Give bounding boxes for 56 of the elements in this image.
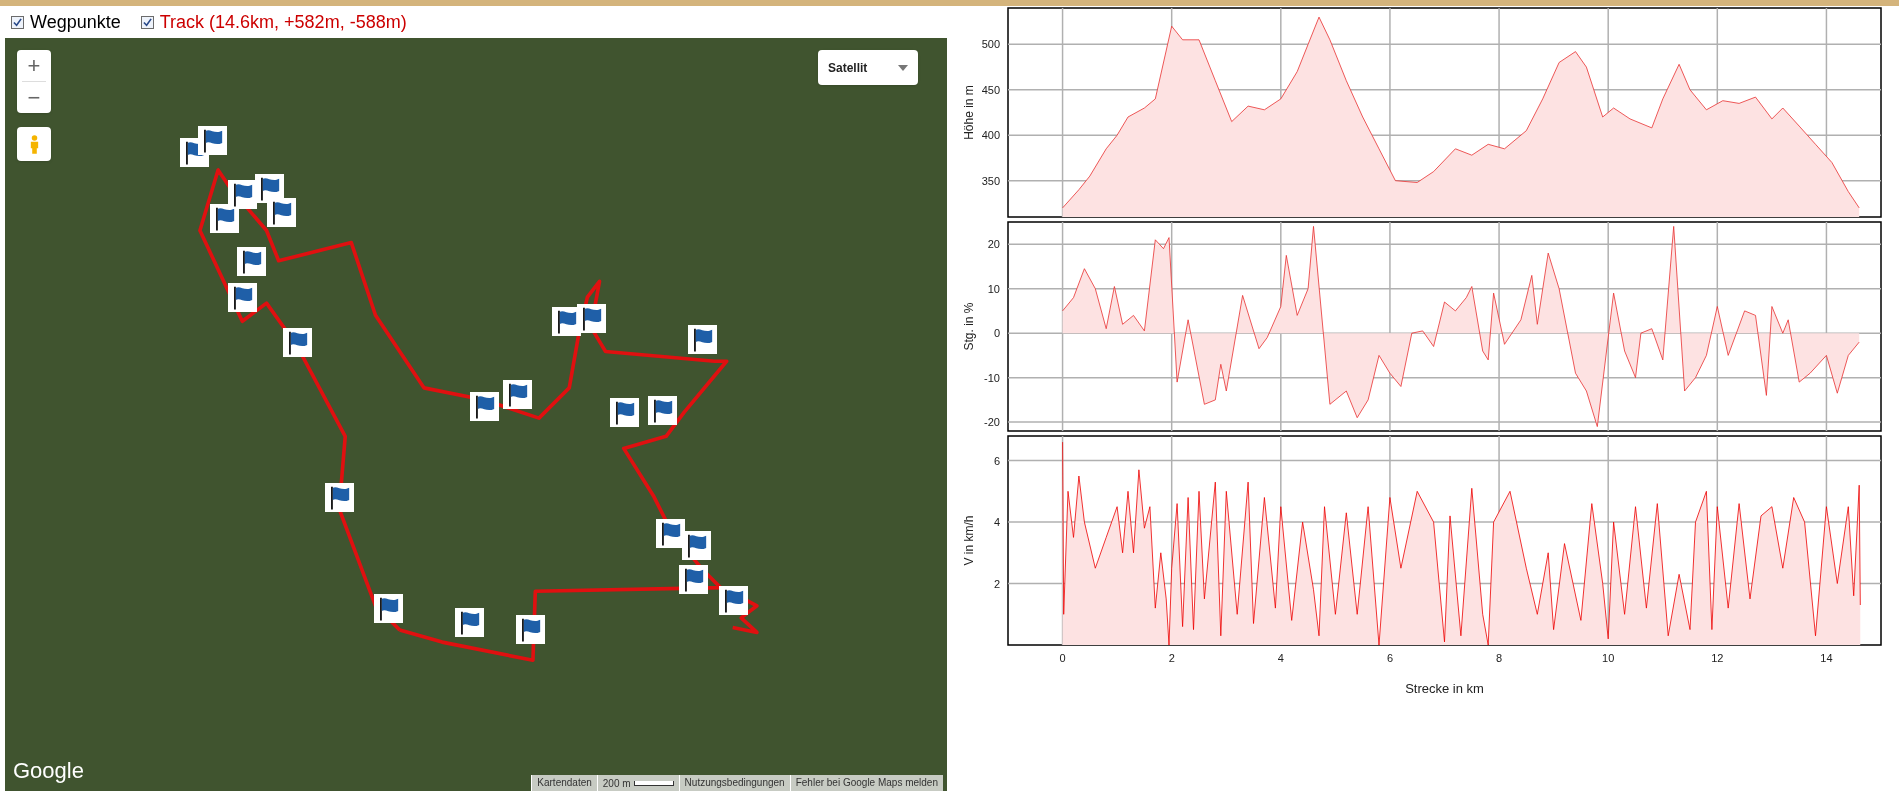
satellite-map-placeholder[interactable] xyxy=(5,38,947,791)
flag-icon[interactable] xyxy=(688,325,718,355)
zoom-out-button[interactable]: − xyxy=(17,82,51,113)
flag-icon[interactable] xyxy=(678,565,708,595)
y-tick-label: 0 xyxy=(993,327,1000,340)
y-tick-label: -20 xyxy=(984,416,1000,429)
y-axis-label: Höhe in m xyxy=(962,85,976,140)
person-icon xyxy=(28,133,40,155)
flag-icon[interactable] xyxy=(325,482,355,512)
flag-icon[interactable] xyxy=(267,198,297,228)
y-tick-label: 350 xyxy=(981,174,1000,187)
x-tick-label: 4 xyxy=(1277,652,1284,664)
y-tick-label: 500 xyxy=(981,38,1000,51)
map-footer-link[interactable]: Kartendaten xyxy=(531,775,597,791)
y-tick-label: 4 xyxy=(993,516,1000,529)
y-tick-label: 400 xyxy=(981,129,1000,142)
map-type-dropdown[interactable]: Satellit xyxy=(818,50,918,85)
flag-icon[interactable] xyxy=(198,125,228,155)
scale-bar xyxy=(633,780,674,786)
zoom-in-button[interactable]: + xyxy=(17,50,51,81)
flag-icon[interactable] xyxy=(228,283,258,313)
checkbox-label: Wegpunkte xyxy=(30,10,121,34)
flag-icon[interactable] xyxy=(228,180,258,210)
y-tick-label: 450 xyxy=(981,83,1000,96)
flag-icon[interactable] xyxy=(648,395,678,425)
x-tick-label: 14 xyxy=(1820,652,1833,664)
y-tick-label: 2 xyxy=(993,577,1000,590)
x-tick-label: 8 xyxy=(1496,652,1503,664)
flag-icon[interactable] xyxy=(516,614,546,644)
y-tick-label: -10 xyxy=(984,371,1000,384)
x-tick-label: 2 xyxy=(1168,652,1175,664)
x-tick-label: 10 xyxy=(1602,652,1615,664)
checkbox-label: Track (14.6km, +582m, -588m) xyxy=(159,10,407,34)
y-tick-label: 6 xyxy=(993,454,1000,467)
flag-icon[interactable] xyxy=(373,594,403,624)
flag-icon[interactable] xyxy=(577,303,606,333)
flag-icon[interactable] xyxy=(682,531,712,561)
x-tick-label: 6 xyxy=(1386,652,1393,664)
caret-icon xyxy=(898,64,908,71)
flag-icon[interactable] xyxy=(503,379,533,409)
map-footer-link[interactable]: Fehler bei Google Maps melden xyxy=(789,775,943,791)
y-axis-label: Stg. in % xyxy=(962,302,976,351)
checkbox[interactable] xyxy=(11,15,24,29)
scale-label: 200 m xyxy=(602,776,631,791)
checkbox[interactable] xyxy=(140,15,154,29)
flag-icon[interactable] xyxy=(470,392,500,421)
map-footer-link[interactable]: Nutzungsbedingungen xyxy=(678,775,790,791)
x-axis-label: Strecke in km xyxy=(1405,681,1484,696)
google-logo: Google xyxy=(13,757,84,785)
x-tick-label: 0 xyxy=(1059,652,1066,664)
x-tick-label: 12 xyxy=(1711,652,1724,664)
y-tick-label: 20 xyxy=(987,238,1000,251)
y-tick-label: 10 xyxy=(987,282,1000,295)
y-axis-label: V in km/h xyxy=(962,515,976,566)
flag-icon[interactable] xyxy=(210,204,240,234)
flag-icon[interactable] xyxy=(609,398,639,428)
